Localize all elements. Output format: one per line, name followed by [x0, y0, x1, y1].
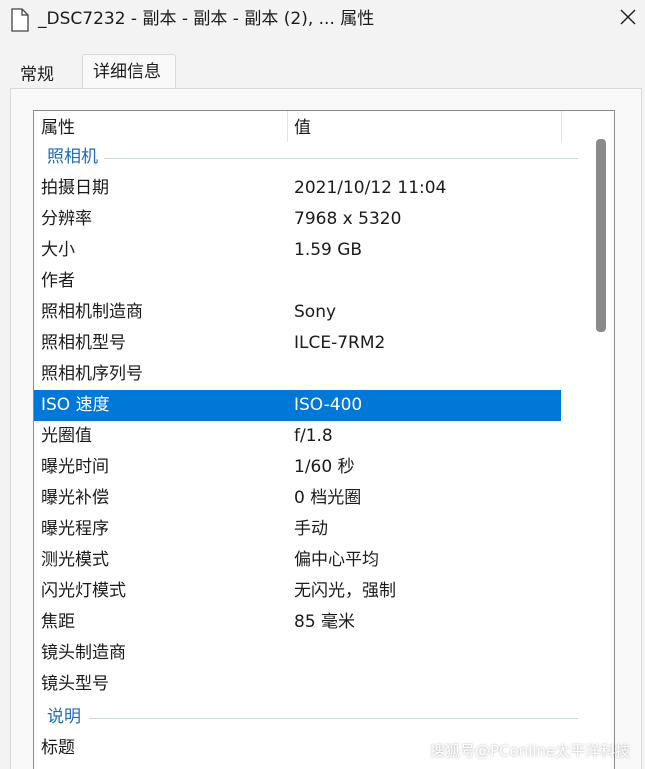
list-item[interactable]: 测光模式 偏中心平均	[34, 545, 561, 576]
list-item[interactable]: 大小 1.59 GB	[34, 235, 561, 266]
list-item[interactable]: 镜头制造商	[34, 638, 561, 669]
property-name: 光圈值	[41, 426, 92, 446]
list-item[interactable]: 闪光灯模式 无闪光，强制	[34, 576, 561, 607]
property-name: 测光模式	[41, 550, 109, 570]
group-label: 照相机	[47, 147, 98, 167]
list-item[interactable]: 焦距 85 毫米	[34, 607, 561, 638]
property-value: 偏中心平均	[294, 550, 379, 570]
close-button[interactable]	[612, 4, 644, 34]
list-item[interactable]: 曝光程序 手动	[34, 514, 561, 545]
tab-general[interactable]: 常规	[10, 58, 64, 92]
property-value: 85 毫米	[294, 612, 356, 632]
property-value: 无闪光，强制	[294, 581, 396, 601]
title-bar: _DSC7232 - 副本 - 副本 - 副本 (2), ... 属性	[0, 0, 645, 40]
group-header-description: 说明	[34, 702, 594, 733]
watermark: 搜狐号@PConline太平洋科技	[430, 742, 631, 760]
property-list[interactable]: 属性 值 照相机 拍摄日期 2021/10/12 11:04 分辨率 7968 x …	[33, 110, 615, 769]
property-name: 曝光程序	[41, 519, 109, 539]
property-value: 手动	[294, 519, 328, 539]
list-item[interactable]: 曝光补偿 0 档光圈	[34, 483, 561, 514]
property-name: 曝光补偿	[41, 488, 109, 508]
property-name: 镜头型号	[41, 674, 109, 694]
tab-details[interactable]: 详细信息	[82, 54, 176, 90]
list-item[interactable]: 光圈值 f/1.8	[34, 421, 561, 452]
property-name: 照相机制造商	[41, 302, 143, 322]
list-item[interactable]: 分辨率 7968 x 5320	[34, 204, 561, 235]
property-value: 1/60 秒	[294, 457, 355, 477]
column-header-property[interactable]: 属性	[34, 111, 288, 142]
property-name: 大小	[41, 240, 75, 260]
list-item[interactable]: 拍摄日期 2021/10/12 11:04	[34, 173, 561, 204]
property-name: 标题	[41, 738, 75, 758]
property-name: ISO 速度	[41, 395, 110, 415]
window-title: _DSC7232 - 副本 - 副本 - 副本 (2), ... 属性	[38, 9, 375, 29]
group-label: 说明	[47, 707, 81, 727]
group-divider	[104, 158, 578, 159]
column-header-value[interactable]: 值	[288, 111, 562, 142]
property-name: 镜头制造商	[41, 643, 126, 663]
list-item[interactable]: 照相机制造商 Sony	[34, 297, 561, 328]
property-value: ILCE-7RM2	[294, 333, 386, 353]
list-item[interactable]: 照相机型号 ILCE-7RM2	[34, 328, 561, 359]
list-item-selected[interactable]: ISO 速度 ISO-400	[34, 390, 561, 421]
property-value: Sony	[294, 302, 337, 322]
list-header: 属性 值	[34, 111, 594, 142]
property-name: 拍摄日期	[41, 178, 109, 198]
scrollbar-thumb[interactable]	[596, 139, 606, 332]
property-name: 焦距	[41, 612, 75, 632]
list-item[interactable]: 曝光时间 1/60 秒	[34, 452, 561, 483]
property-value: 0 档光圈	[294, 488, 362, 508]
property-name: 分辨率	[41, 209, 92, 229]
file-icon	[10, 8, 30, 32]
property-value: 2021/10/12 11:04	[294, 178, 447, 198]
close-icon	[620, 9, 636, 29]
group-header-camera: 照相机	[34, 142, 594, 173]
list-item[interactable]: 照相机序列号	[34, 359, 561, 390]
property-value: 1.59 GB	[294, 240, 363, 260]
list-item[interactable]: 镜头型号	[34, 669, 561, 700]
property-name: 作者	[41, 271, 75, 291]
group-divider	[89, 718, 578, 719]
property-name: 闪光灯模式	[41, 581, 126, 601]
property-name: 照相机型号	[41, 333, 126, 353]
property-value: ISO-400	[294, 395, 363, 415]
list-item[interactable]: 作者	[34, 266, 561, 297]
property-value: f/1.8	[294, 426, 333, 446]
vertical-scrollbar[interactable]	[589, 136, 611, 769]
property-name: 曝光时间	[41, 457, 109, 477]
property-value: 7968 x 5320	[294, 209, 402, 229]
tab-strip: 常规 详细信息	[0, 54, 645, 90]
property-name: 照相机序列号	[41, 364, 143, 384]
